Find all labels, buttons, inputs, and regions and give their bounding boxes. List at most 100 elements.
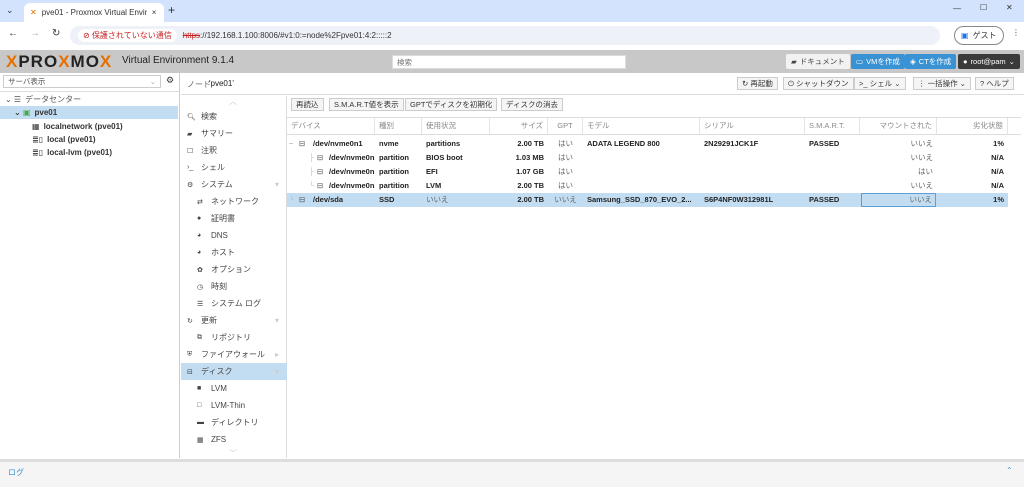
shutdown-button[interactable]: ⏻ シャットダウン <box>783 77 854 90</box>
nav-item[interactable]: ◕ ホスト <box>181 244 287 261</box>
nav-item[interactable]: ↻ 更新 ▾ <box>181 312 287 329</box>
column-header[interactable]: デバイス <box>287 118 375 134</box>
address-bar[interactable]: ⊘ 保護されていない通信 https://192.168.1.100:8006/… <box>70 26 940 45</box>
user-label: root@pam <box>970 57 1006 66</box>
tree-localnetwork[interactable]: ▦ localnetwork (pve01) <box>0 120 178 133</box>
nav-label: サマリー <box>201 129 233 138</box>
column-header[interactable]: 劣化状態 <box>937 118 1008 134</box>
tree-label: pve01 <box>34 108 58 117</box>
nav-item[interactable]: 🔍︎ 検索 <box>181 108 287 125</box>
close-tab-icon[interactable]: × <box>152 8 157 17</box>
nav-item[interactable]: ▬ ディレクトリ <box>181 414 287 431</box>
column-header[interactable]: モデル <box>583 118 700 134</box>
nav-item[interactable]: ■ LVM <box>181 380 287 397</box>
nav-item[interactable]: ◕ DNS <box>181 227 287 244</box>
tree-storage-local-lvm[interactable]: ≣▯ local-lvm (pve01) <box>0 146 178 159</box>
cell: 2N29291JCK1F <box>704 139 759 148</box>
create-ct-button[interactable]: ◈ CTを作成 <box>905 54 957 69</box>
cell: はい <box>918 167 933 176</box>
nav-item[interactable]: ⧉ リポジトリ <box>181 329 287 346</box>
init-gpt-button[interactable]: GPTでディスクを初期化 <box>405 98 498 111</box>
storage-icon: ≣▯ <box>32 135 44 144</box>
table-row[interactable]: ├⊟ /dev/nvme0n... partition BIOS boot 1.03 M… <box>287 151 1008 165</box>
nav-item[interactable]: □ LVM-Thin <box>181 397 287 414</box>
cell: 2.00 TB <box>517 181 544 190</box>
maximize-icon[interactable]: ☐ <box>980 3 987 12</box>
cell: partitions <box>426 139 461 148</box>
search-input[interactable] <box>392 55 626 69</box>
nav-item[interactable]: ▦ ZFS <box>181 431 287 448</box>
column-header[interactable]: 使用状況 <box>422 118 490 134</box>
nav-item[interactable]: ›_ シェル <box>181 159 287 176</box>
nav-item[interactable]: ● 証明書 <box>181 210 287 227</box>
nav-label: ZFS <box>211 435 227 444</box>
column-header[interactable]: S.M.A.R.T. <box>805 118 860 134</box>
shutdown-label: シャットダウン <box>796 79 849 88</box>
tree-label: データセンター <box>25 95 82 104</box>
scroll-down-icon[interactable]: ﹀ <box>229 448 237 459</box>
nav-label: オプション <box>211 265 251 274</box>
profile-icon: ▣ <box>961 31 969 40</box>
gear-icon[interactable]: ⚙ <box>166 75 174 86</box>
tree-datacenter[interactable]: ⌄ ☰ データセンター <box>0 93 178 106</box>
table-row[interactable]: − ⊟ /dev/nvme0n1 nvme partitions 2.00 TB はい ADA… <box>287 137 1008 151</box>
disk-icon: ⊟ <box>317 181 324 190</box>
cell: はい <box>558 167 573 176</box>
node-title: 'pve01' <box>209 79 234 88</box>
nav-item[interactable]: ⇄ ネットワーク <box>181 193 287 210</box>
table-row[interactable]: └⊟ /dev/nvme0n... partition LVM 2.00 TB はい いいえ… <box>287 179 1008 193</box>
minimize-icon[interactable]: — <box>953 4 961 13</box>
nav-item[interactable]: ☐ 注釈 <box>181 142 287 159</box>
nav-item[interactable]: ⚙ システム ▾ <box>181 176 287 193</box>
back-icon[interactable]: ← <box>8 28 18 39</box>
profile-button[interactable]: ▣ ゲスト <box>954 26 1004 45</box>
help-button[interactable]: ? ヘルプ <box>975 77 1014 90</box>
column-header[interactable]: 種別 <box>375 118 422 134</box>
show-smart-button[interactable]: S.M.A.R.T値を表示 <box>329 98 404 111</box>
scroll-up-icon[interactable]: ︿ <box>229 96 237 107</box>
tree-storage-local[interactable]: ≣▯ local (pve01) <box>0 133 178 146</box>
reload-icon[interactable]: ↻ <box>52 28 60 39</box>
column-header[interactable]: シリアル <box>700 118 805 134</box>
expand-icon[interactable]: ⌃ <box>1006 466 1013 475</box>
node-nav-menu: ︿ 🔍︎ 検索 ▰ サマリー ☐ 注釈 ›_ シェル ⚙ システム ▾ ⇄ ネットワーク ● 証明書 ◕ DNS… <box>181 96 287 458</box>
browser-tab[interactable]: ✕ pve01 - Proxmox Virtual Environme × <box>24 3 164 22</box>
close-window-icon[interactable]: ✕ <box>1006 3 1013 12</box>
reboot-button[interactable]: ↻ 再起動 <box>737 77 778 90</box>
url-scheme: https <box>182 31 201 40</box>
column-header[interactable]: GPT <box>548 118 583 134</box>
table-row[interactable]: └ ⊟ /dev/sda SSD いいえ 2.00 TB いいえ Samsung_SSD_87… <box>287 193 1008 207</box>
book-icon: ▰ <box>791 57 797 66</box>
nav-item[interactable]: ▰ サマリー <box>181 125 287 142</box>
column-header[interactable]: サイズ <box>490 118 548 134</box>
table-row[interactable]: ├⊟ /dev/nvme0n... partition EFI 1.07 GB はい はい N… <box>287 165 1008 179</box>
forward-icon[interactable]: → <box>30 28 40 39</box>
reload-button[interactable]: 再読込 <box>291 98 324 111</box>
tab-list-icon[interactable]: ⌄ <box>6 5 14 16</box>
user-menu-button[interactable]: ● root@pam ⌄ <box>958 54 1020 69</box>
nav-item[interactable]: ⛨ ファイアウォール ▸ <box>181 346 287 363</box>
security-warning[interactable]: ⊘ 保護されていない通信 <box>78 29 177 42</box>
documentation-button[interactable]: ▰ ドキュメント <box>786 54 850 69</box>
shell-button[interactable]: >_ シェル ⌄ <box>854 77 906 90</box>
browser-menu-icon[interactable]: ⋮ <box>1012 28 1020 37</box>
view-selector[interactable]: サーバ表示 ⌄ <box>3 75 161 88</box>
square-icon: ■ <box>197 385 202 392</box>
wipe-disk-button[interactable]: ディスクの消去 <box>501 98 563 111</box>
column-header[interactable]: マウントされた <box>860 118 937 134</box>
create-vm-button[interactable]: ▭ VMを作成 <box>851 54 905 69</box>
gear-icon: ✿ <box>197 266 203 274</box>
cell: /dev/sda <box>313 195 344 204</box>
collapse-icon[interactable]: − <box>289 137 293 151</box>
gpt-label: GPTでディスクを初期化 <box>410 100 493 109</box>
nav-label: 注釈 <box>201 146 217 155</box>
nav-item[interactable]: ☰ システム ログ <box>181 295 287 312</box>
new-tab-icon[interactable]: + <box>168 3 175 17</box>
bulk-actions-button[interactable]: ⋮ 一括操作 ⌄ <box>913 77 971 90</box>
nav-item[interactable]: ◷ 時刻 <box>181 278 287 295</box>
cell: N/A <box>991 167 1004 176</box>
chevron-down-icon: ▾ <box>274 316 279 325</box>
tree-node-pve01[interactable]: ⌄ ▣ pve01 <box>0 106 178 119</box>
nav-item[interactable]: ⊟ ディスク ▾ <box>181 363 287 380</box>
nav-item[interactable]: ✿ オプション <box>181 261 287 278</box>
